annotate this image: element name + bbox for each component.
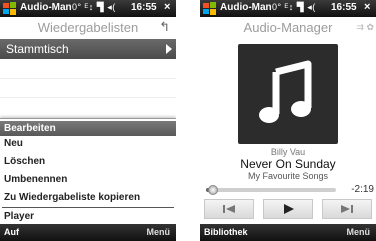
menu-item-player[interactable]: Player — [0, 209, 176, 224]
context-menu: Bearbeiten Neu Löschen Umbenennen Zu Wie… — [0, 118, 176, 225]
chevron-right-icon — [166, 44, 172, 54]
menu-item-loeschen[interactable]: Löschen — [0, 154, 176, 169]
menu-item-neu[interactable]: Neu — [0, 136, 176, 151]
menu-item-umbenennen[interactable]: Umbenennen — [0, 172, 176, 187]
progress-handle[interactable] — [207, 185, 218, 195]
track-title: Never On Sunday — [240, 157, 336, 171]
previous-button[interactable] — [204, 199, 254, 219]
clock: 16:55 — [131, 2, 157, 13]
windows-flag-icon — [203, 2, 216, 15]
album-name: My Favourite Songs — [247, 171, 329, 181]
menu-divider — [2, 207, 174, 208]
next-button[interactable] — [322, 199, 372, 219]
close-button[interactable]: × — [364, 1, 370, 13]
next-track-icon — [341, 205, 353, 213]
softkey-bar: Bibliothek Menü — [200, 224, 376, 241]
softkey-right[interactable]: Menü — [147, 227, 171, 237]
play-button[interactable] — [263, 199, 313, 219]
status-bar[interactable]: Audio-Man 0° ᴱ↕ ▜ ◂( 16:55 × — [0, 0, 176, 17]
progress-slider[interactable] — [206, 185, 336, 195]
softkey-right[interactable]: Menü — [347, 227, 371, 237]
divider — [0, 97, 176, 98]
status-icons: 0° ᴱ↕ ▜ ◂( — [72, 2, 116, 12]
music-note-icon — [259, 60, 312, 123]
windows-flag-icon — [3, 2, 16, 15]
close-button[interactable]: × — [164, 1, 170, 13]
album-art — [238, 44, 338, 144]
shuffle-repeat-icons[interactable]: ⇉ ✿ — [356, 22, 374, 33]
clock: 16:55 — [331, 2, 357, 13]
softkey-left[interactable]: Auf — [4, 227, 19, 237]
artist-name: Billy Vau — [270, 147, 306, 157]
app-title: Audio-Man — [220, 2, 272, 13]
page-title: Wiedergabelisten — [37, 20, 139, 35]
back-icon[interactable]: ↰ — [159, 19, 170, 35]
play-icon — [284, 204, 294, 214]
status-bar[interactable]: Audio-Man 0° ᴱ↕ ▜ ◂( 16:55 × — [200, 0, 376, 17]
status-icons: 0° ᴱ↕ ▜ ◂( — [272, 2, 316, 12]
playlist-item[interactable]: Stammtisch — [0, 39, 176, 59]
time-remaining: -2:19 — [351, 184, 374, 195]
previous-track-icon — [223, 205, 235, 213]
softkey-left[interactable]: Bibliothek — [204, 227, 248, 237]
divider — [0, 78, 176, 79]
menu-item-bearbeiten[interactable]: Bearbeiten — [0, 121, 176, 136]
screen-header: Audio-Manager ⇉ ✿ — [200, 17, 376, 39]
screen-header: Wiedergabelisten ↰ — [0, 17, 176, 39]
page-title: Audio-Manager — [243, 20, 333, 35]
app-title: Audio-Man — [20, 2, 72, 13]
menu-item-copy-to-playlist[interactable]: Zu Wiedergabeliste kopieren — [0, 190, 176, 205]
playlists-screen: Audio-Man 0° ᴱ↕ ▜ ◂( 16:55 × Wiedergabel… — [0, 0, 176, 241]
softkey-bar: Auf Menü — [0, 224, 176, 241]
playlist-label: Stammtisch — [6, 42, 69, 56]
